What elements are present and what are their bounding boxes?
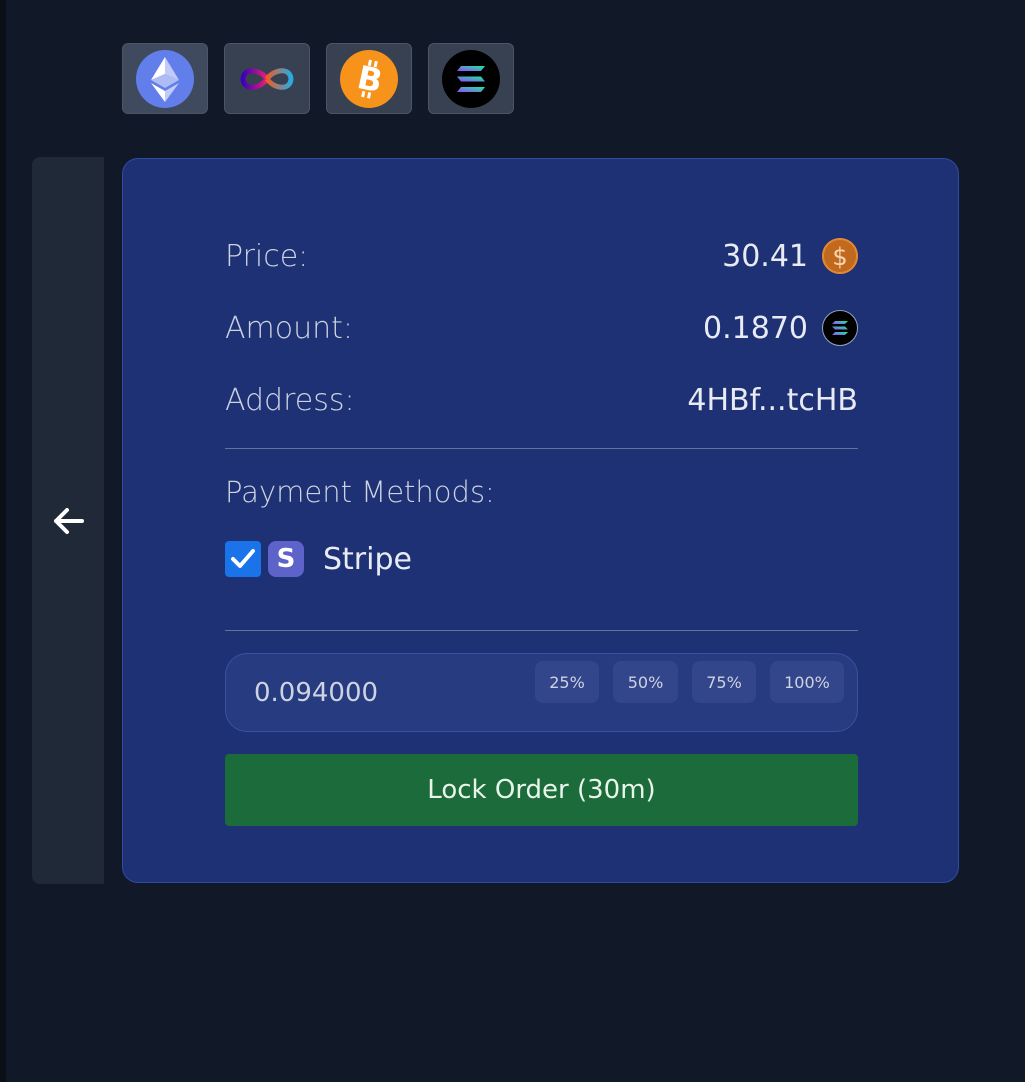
- checkmark-icon: [231, 549, 255, 568]
- bitcoin-icon: B: [340, 49, 398, 108]
- stripe-logo-icon: S: [268, 541, 304, 577]
- amount-value: 0.1870: [703, 310, 808, 346]
- order-card: Price: 30.41 $ Amount: 0.1870 Address: 4…: [122, 158, 959, 883]
- internet-computer-icon: [240, 67, 294, 90]
- solana-icon: [442, 49, 500, 108]
- percent-100-button[interactable]: 100%: [770, 661, 844, 703]
- address-row: Address: 4HBf...tcHB: [225, 380, 858, 420]
- arrow-left-icon: [54, 507, 84, 534]
- solana-icon: [822, 310, 858, 346]
- divider: [225, 630, 858, 631]
- amount-input[interactable]: [254, 674, 514, 712]
- percent-25-button[interactable]: 25%: [535, 661, 599, 703]
- address-label: Address:: [225, 382, 355, 418]
- amount-input-box: 25% 50% 75% 100%: [225, 653, 858, 732]
- amount-value-group: 0.1870: [703, 310, 858, 346]
- chain-selector: B: [122, 43, 514, 114]
- payment-methods-label: Payment Methods:: [225, 475, 495, 509]
- amount-row: Amount: 0.1870: [225, 308, 858, 348]
- price-label: Price:: [225, 238, 309, 274]
- dollar-coin-icon: $: [822, 238, 858, 274]
- svg-text:$: $: [832, 243, 847, 271]
- amount-label: Amount:: [225, 310, 353, 346]
- chain-button-bitcoin[interactable]: B: [326, 43, 412, 114]
- chain-button-internet-computer[interactable]: [224, 43, 310, 114]
- percent-50-button[interactable]: 50%: [613, 661, 678, 703]
- chain-button-ethereum[interactable]: [122, 43, 208, 114]
- ethereum-icon: [136, 49, 194, 108]
- percent-75-button[interactable]: 75%: [692, 661, 756, 703]
- price-value-group: 30.41 $: [722, 238, 858, 274]
- percent-buttons: 25% 50% 75% 100%: [535, 661, 844, 703]
- lock-order-button[interactable]: Lock Order (30m): [225, 754, 858, 826]
- divider: [225, 448, 858, 449]
- address-value: 4HBf...tcHB: [687, 382, 858, 418]
- payment-method-stripe[interactable]: S Stripe: [225, 541, 412, 577]
- chain-button-solana[interactable]: [428, 43, 514, 114]
- price-row: Price: 30.41 $: [225, 236, 858, 276]
- back-button[interactable]: [32, 157, 104, 884]
- window-edge: [0, 0, 6, 1082]
- price-value: 30.41: [722, 238, 808, 274]
- stripe-checkbox[interactable]: [225, 541, 261, 577]
- stripe-label: Stripe: [323, 541, 412, 577]
